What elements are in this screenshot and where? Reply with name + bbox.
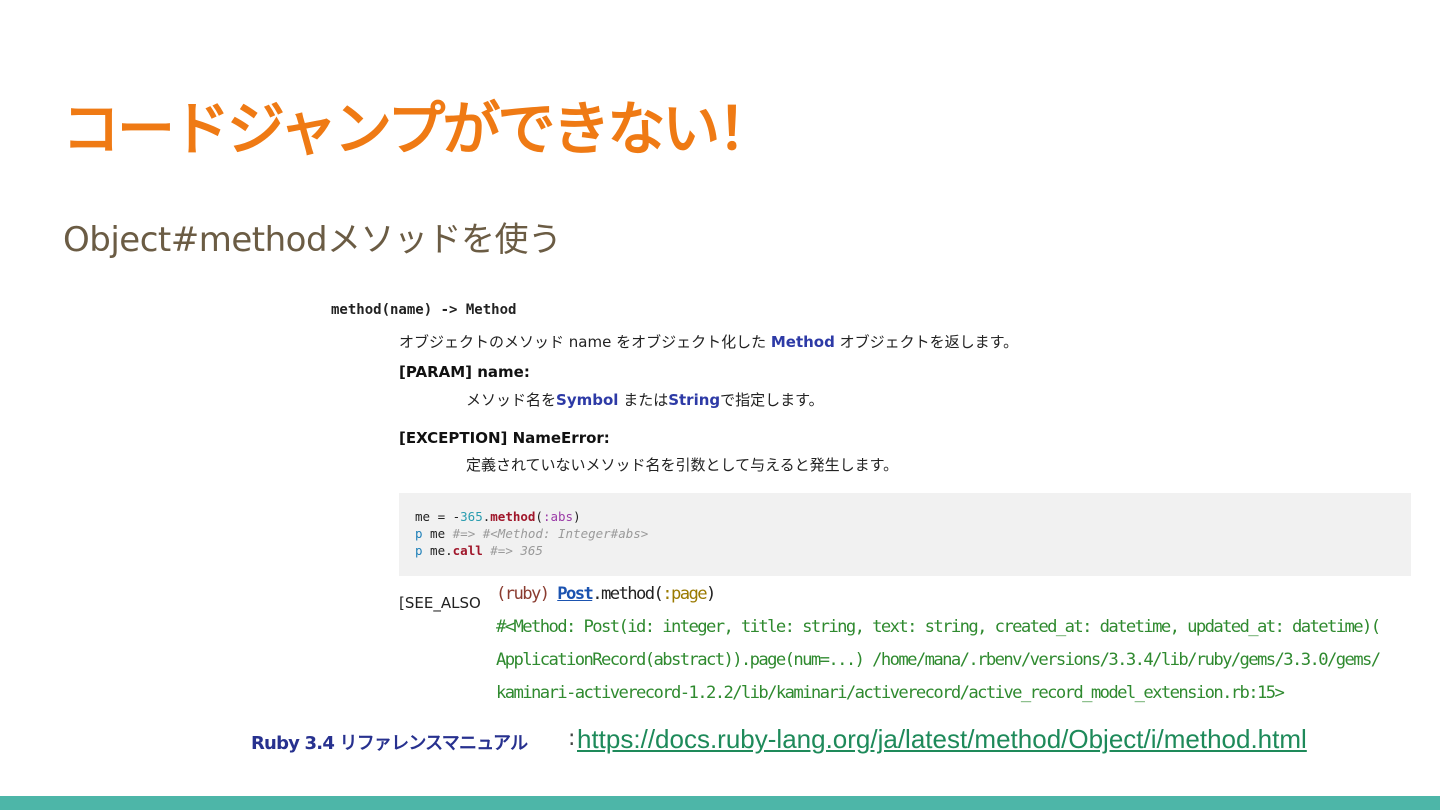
console-symbol: :page	[662, 584, 707, 604]
bottom-accent-bar	[0, 796, 1440, 810]
param-heading: [PARAM] name:	[399, 363, 530, 381]
footer-separator: :	[568, 726, 576, 751]
code-comment: #=> 365	[482, 543, 543, 558]
code-symbol: :abs	[542, 509, 574, 524]
see-also-label: [SEE_ALSO	[399, 594, 481, 612]
param-text-mid: または	[618, 391, 669, 409]
console-method: method(	[600, 584, 664, 604]
post-class-link[interactable]: Post	[557, 584, 594, 604]
console-prompt: (ruby)	[496, 584, 558, 604]
param-text-end: で指定します。	[720, 391, 824, 409]
reference-url-link[interactable]: https://docs.ruby-lang.org/ja/latest/met…	[577, 724, 1307, 755]
console-output-line: kaminari-activerecord-1.2.2/lib/kaminari…	[496, 683, 1285, 703]
method-class-link[interactable]: Method	[771, 333, 835, 351]
param-description: メソッド名をSymbol またはStringで指定します。	[466, 389, 824, 410]
code-token: me = -	[415, 509, 461, 524]
code-token: me	[422, 526, 453, 541]
code-line-1: me = -365.method(:abs)	[415, 509, 581, 524]
code-token: )	[573, 509, 581, 524]
console-token: )	[705, 584, 716, 604]
exception-description: 定義されていないメソッド名を引数として与えると発生します。	[466, 456, 899, 474]
code-comment: #=> #<Method: Integer#abs>	[452, 526, 649, 541]
symbol-link[interactable]: Symbol	[556, 391, 618, 409]
reference-manual-label: Ruby 3.4 リファレンスマニュアル	[251, 733, 528, 754]
code-token: me.	[422, 543, 453, 558]
code-line-2: p me #=> #<Method: Integer#abs>	[415, 526, 648, 541]
console-output-line: #<Method: Post(id: integer, title: strin…	[496, 617, 1381, 637]
string-link[interactable]: String	[668, 391, 720, 409]
exception-heading: [EXCEPTION] NameError:	[399, 429, 610, 447]
code-example: me = -365.method(:abs) p me #=> #<Method…	[399, 493, 1411, 576]
console-token: .	[592, 584, 602, 604]
code-number: 365	[460, 509, 483, 524]
code-method: call	[452, 543, 483, 558]
console-command: (ruby) Post.method(:page)	[496, 584, 716, 604]
console-output-line: ApplicationRecord(abstract)).page(num=..…	[496, 650, 1381, 670]
slide-subtitle: Object#methodメソッドを使う	[63, 220, 562, 260]
code-method: method	[490, 509, 536, 524]
method-description: オブジェクトのメソッド name をオブジェクト化した Method オブジェク…	[399, 331, 1018, 352]
slide-title: コードジャンプができない！	[62, 95, 775, 163]
console-output: (ruby) Post.method(:page) #<Method: Post…	[484, 578, 1414, 713]
method-signature: method(name) -> Method	[331, 302, 517, 318]
code-keyword: p	[415, 526, 423, 541]
code-line-3: p me.call #=> 365	[415, 543, 543, 558]
code-keyword: p	[415, 543, 423, 558]
code-token: (	[535, 509, 543, 524]
description-text-end: オブジェクトを返します。	[834, 333, 1019, 351]
description-text: オブジェクトのメソッド name をオブジェクト化した	[399, 333, 771, 351]
param-text: メソッド名を	[466, 391, 557, 409]
